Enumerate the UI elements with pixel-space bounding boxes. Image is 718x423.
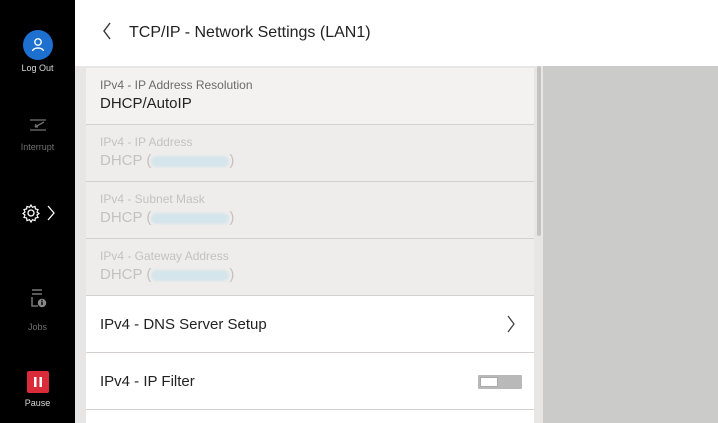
row-label: IPv4 - IP Address — [100, 135, 193, 149]
redacted-value — [151, 212, 230, 224]
settings-list: IPv4 - IP Address Resolution DHCP/AutoIP… — [86, 68, 534, 423]
header-bar: TCP/IP - Network Settings (LAN1) — [75, 0, 718, 66]
row-label: IPv4 - IP Address Resolution — [100, 78, 253, 92]
value-prefix: DHCP ( — [100, 209, 152, 226]
toggle-knob — [480, 377, 498, 387]
list-item-ip-resolution[interactable]: IPv4 - IP Address Resolution DHCP/AutoIP — [86, 68, 534, 125]
ip-filter-label: IPv4 - IP Filter — [100, 372, 195, 390]
row-value: DHCP/AutoIP — [100, 95, 192, 112]
chevron-left-icon — [102, 21, 112, 46]
value-suffix: ) — [229, 152, 235, 169]
back-button[interactable] — [87, 0, 127, 66]
value-suffix: ) — [229, 266, 235, 283]
value-prefix: DHCP ( — [100, 152, 152, 169]
redacted-value — [151, 155, 230, 167]
list-item-partial — [86, 410, 534, 423]
list-item-gateway-address: IPv4 - Gateway Address DHCP () — [86, 239, 534, 296]
jobs-label: Jobs — [27, 322, 47, 332]
chevron-right-icon — [506, 314, 516, 339]
logout-label: Log Out — [21, 63, 54, 73]
value-prefix: DHCP ( — [100, 266, 152, 283]
redacted-value — [151, 269, 230, 281]
row-label: IPv4 - Gateway Address — [100, 249, 229, 263]
side-rail: Log Out Interrupt Jobs Pause — [0, 0, 75, 423]
pause-button[interactable]: Pause — [0, 371, 75, 408]
value-suffix: ) — [229, 209, 235, 226]
pause-icon — [26, 371, 49, 393]
scrollbar[interactable] — [537, 66, 541, 236]
row-value: DHCP () — [100, 266, 534, 283]
list-item-dns-server-setup[interactable]: IPv4 - DNS Server Setup — [86, 296, 534, 353]
pause-label: Pause — [24, 398, 51, 408]
row-value: DHCP () — [100, 209, 534, 226]
interrupt-icon — [27, 116, 49, 139]
list-item-ip-address: IPv4 - IP Address DHCP () — [86, 125, 534, 182]
jobs-button[interactable]: Jobs — [0, 287, 75, 332]
settings-expand-button[interactable] — [0, 203, 75, 228]
user-icon — [22, 30, 53, 60]
row-value: DHCP () — [100, 152, 534, 169]
interrupt-label: Interrupt — [20, 142, 55, 152]
gear-icon — [21, 203, 41, 228]
row-label: IPv4 - Subnet Mask — [100, 192, 205, 206]
chevron-right-icon — [47, 204, 55, 227]
interrupt-button[interactable]: Interrupt — [0, 116, 75, 152]
list-item-ip-filter[interactable]: IPv4 - IP Filter — [86, 353, 534, 410]
jobs-icon — [28, 287, 48, 314]
list-item-subnet-mask: IPv4 - Subnet Mask DHCP () — [86, 182, 534, 239]
ip-filter-toggle[interactable] — [478, 375, 522, 389]
right-empty-panel — [543, 66, 718, 423]
page-title: TCP/IP - Network Settings (LAN1) — [129, 24, 371, 41]
logout-button[interactable]: Log Out — [0, 30, 75, 73]
dns-label: IPv4 - DNS Server Setup — [100, 315, 267, 333]
